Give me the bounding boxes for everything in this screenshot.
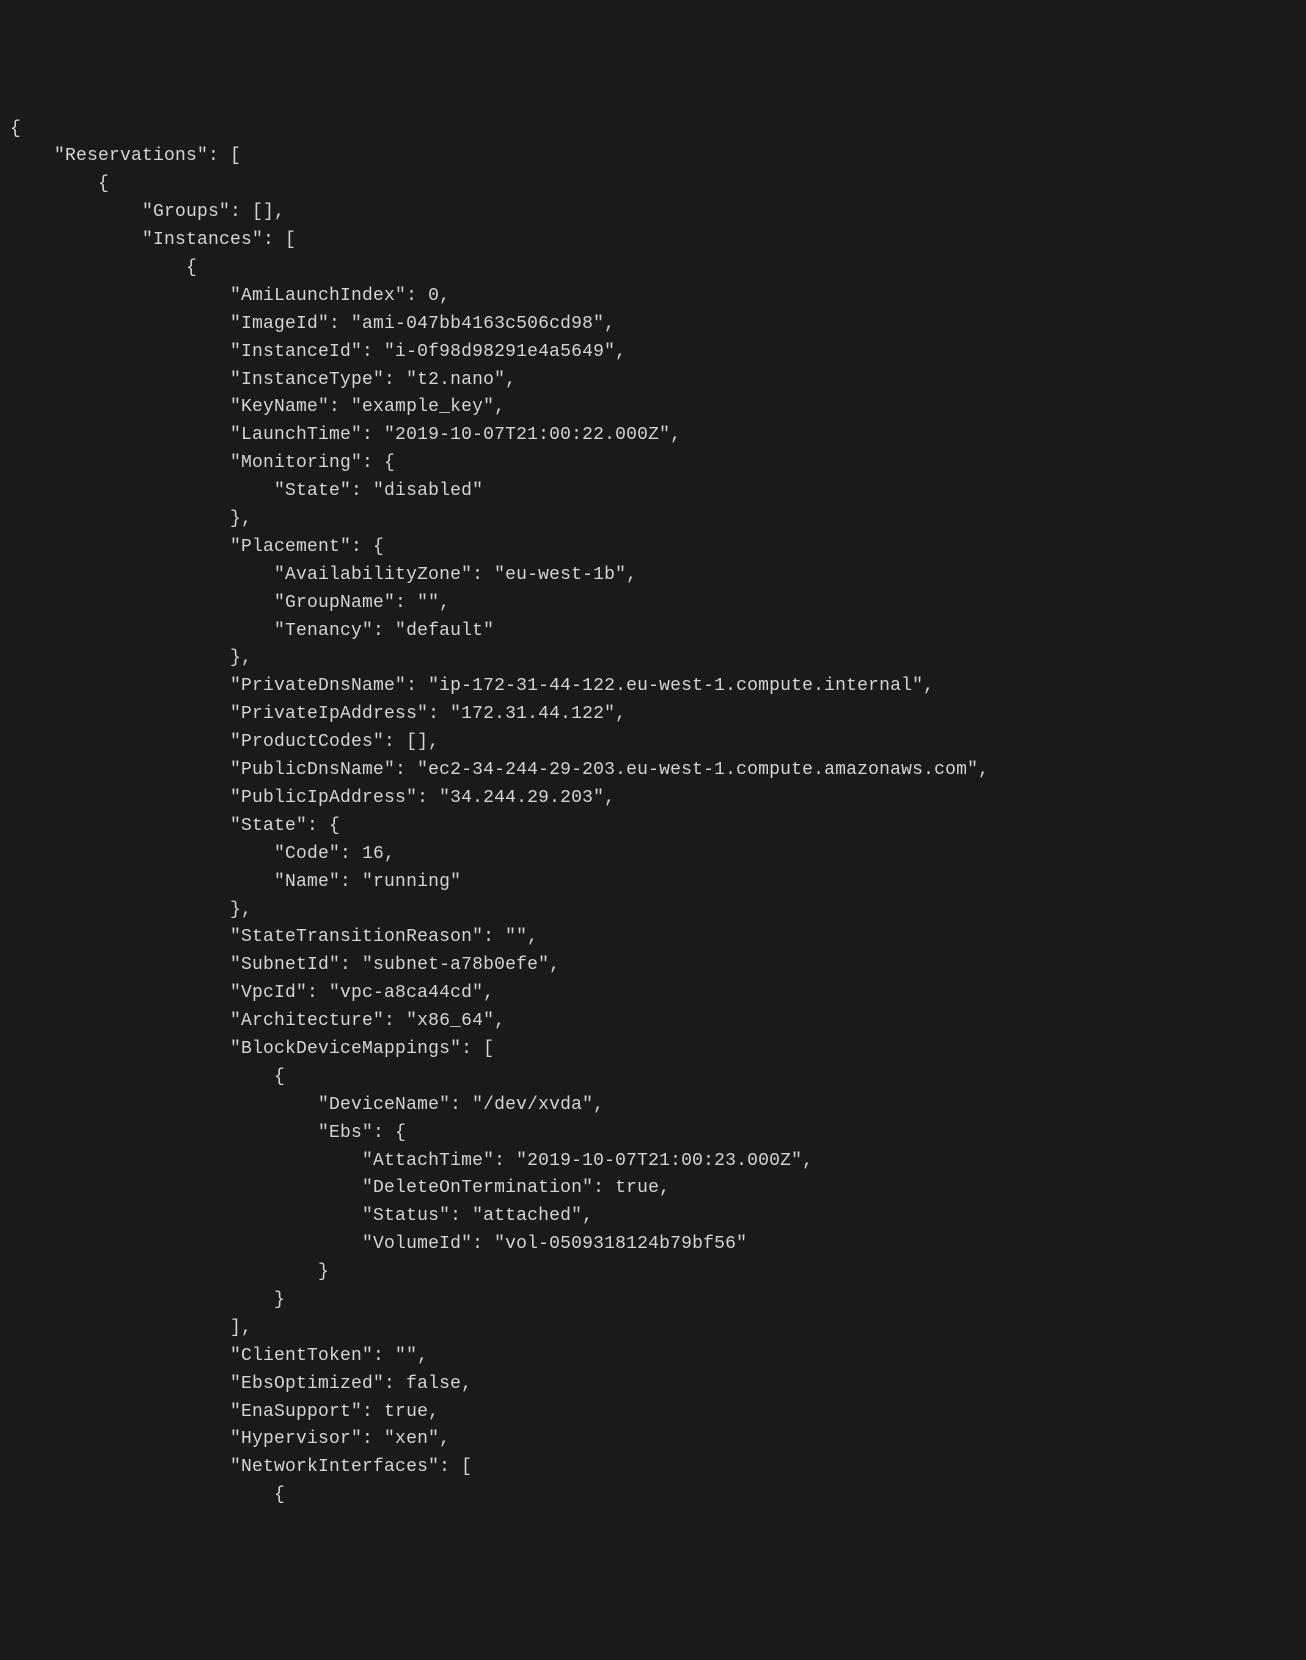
json-code-block: { "Reservations": [ { "Groups": [], "Ins… (10, 116, 1296, 1511)
